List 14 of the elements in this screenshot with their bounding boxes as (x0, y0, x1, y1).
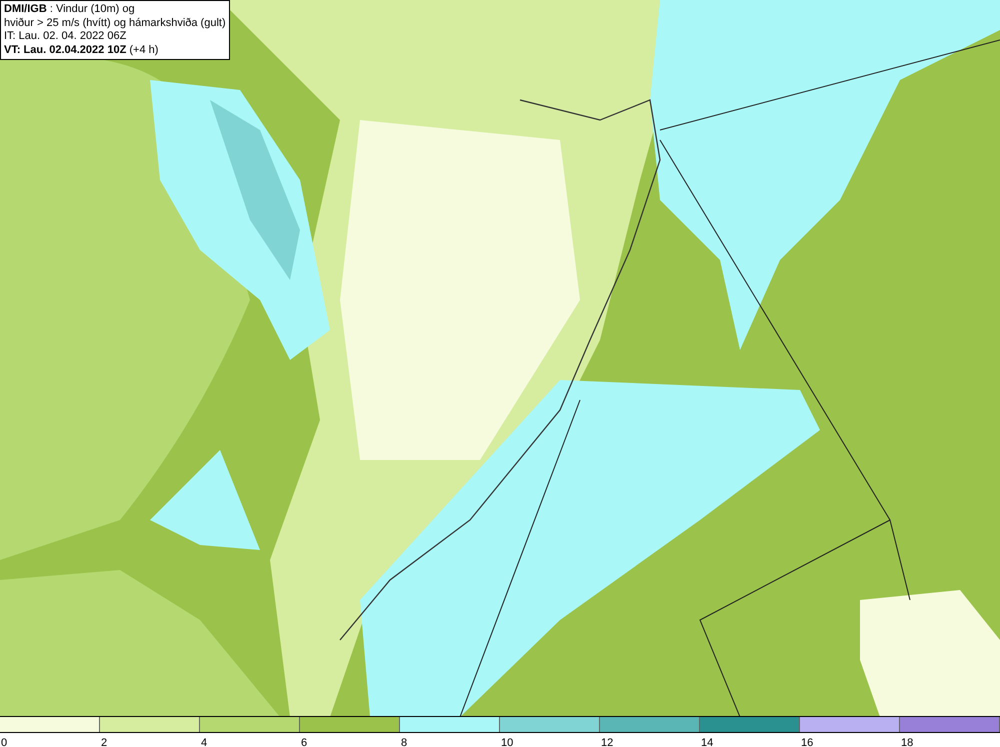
title-line: IT: Lau. 02. 04. 2022 06Z (4, 30, 128, 44)
scale-label: 2 (100, 737, 108, 747)
scale-label: 16 (800, 737, 814, 747)
scale-label: 14 (700, 737, 714, 747)
scale-label: 0 (0, 737, 8, 747)
scale-label: 18 (900, 737, 914, 747)
scale-label: 8 (400, 737, 408, 747)
title-line: DMI/IGB : Vindur (10m) og (4, 3, 136, 16)
scale-label: 4 (200, 737, 208, 747)
scale-label: 6 (300, 737, 308, 747)
scale-label: 10 (500, 737, 514, 747)
scale-label: 12 (600, 737, 614, 747)
title-line: VT: Lau. 02.04.2022 10Z (+4 h) (4, 44, 160, 57)
title-line: hviður > 25 m/s (hvítt) og hámarkshviða (gult) (4, 16, 226, 30)
